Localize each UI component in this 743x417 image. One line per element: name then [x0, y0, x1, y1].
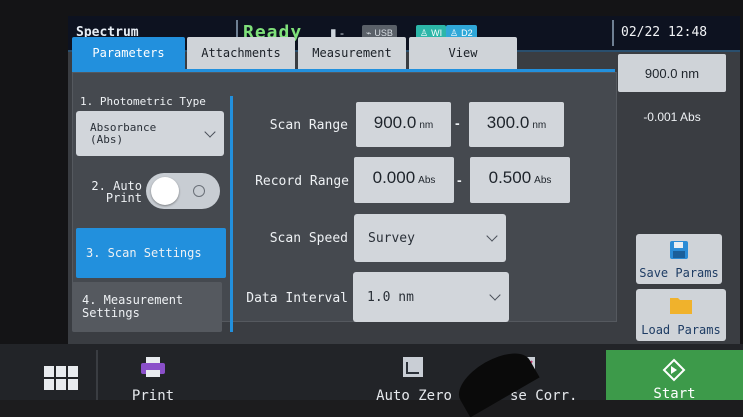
toggle-off-icon: [193, 185, 205, 197]
scan-speed-label: Scan Speed: [269, 231, 348, 246]
record-low-field[interactable]: 0.000 Abs: [354, 157, 454, 203]
wavelength-display: 900.0 nm: [618, 54, 726, 92]
load-params-button[interactable]: Load Params: [636, 289, 726, 341]
auto-zero-label: Auto Zero: [376, 388, 452, 404]
range-dash: -: [455, 115, 460, 131]
record-range-label: Record Range: [255, 174, 349, 189]
grid-menu-icon[interactable]: [44, 366, 78, 390]
scan-start-value: 900.0: [373, 113, 417, 132]
record-low-value: 0.000: [372, 168, 416, 187]
record-high-field[interactable]: 0.500 Abs: [470, 157, 570, 203]
auto-zero-button[interactable]: Auto Zero: [376, 350, 452, 406]
chevron-down-icon: [486, 230, 498, 242]
scan-start-field[interactable]: 900.0 nm: [356, 102, 451, 147]
load-params-label: Load Params: [641, 323, 721, 337]
photometric-type-label: 1. Photometric Type: [80, 95, 206, 108]
auto-zero-icon: [403, 357, 423, 377]
save-params-button[interactable]: Save Params: [636, 234, 722, 284]
scan-end-unit: nm: [532, 120, 547, 131]
print-button[interactable]: Print: [120, 350, 186, 406]
tab-parameters[interactable]: Parameters: [72, 37, 185, 69]
start-button[interactable]: Start: [606, 350, 743, 402]
photometric-type-dropdown[interactable]: Absorbance (Abs): [76, 111, 224, 156]
save-params-label: Save Params: [639, 266, 719, 280]
base-corr-label: se Corr.: [510, 388, 578, 404]
scan-speed-dropdown[interactable]: Survey: [354, 214, 506, 262]
chevron-down-icon: [489, 289, 501, 301]
printer-icon: [141, 357, 165, 377]
tab-view[interactable]: View: [409, 37, 517, 69]
bottom-divider: [96, 350, 98, 400]
folder-icon: [670, 298, 692, 314]
menu-divider: [230, 96, 233, 332]
tab-attachments[interactable]: Attachments: [187, 37, 295, 69]
datetime: 02/22 12:48: [621, 25, 708, 40]
print-label: Print: [131, 388, 175, 404]
floppy-disk-icon: [670, 241, 688, 259]
scan-start-unit: nm: [419, 120, 434, 131]
auto-print-label: 2. Auto Print: [91, 179, 142, 205]
start-diamond-icon: [662, 358, 686, 382]
scan-end-value: 300.0: [486, 113, 530, 132]
record-low-unit: Abs: [418, 175, 436, 186]
auto-print-toggle[interactable]: [146, 173, 220, 209]
scan-end-field[interactable]: 300.0 nm: [469, 102, 564, 147]
record-dash: -: [457, 172, 462, 188]
toggle-knob: [151, 177, 179, 205]
absorbance-readout: -0.001 Abs: [643, 110, 701, 124]
scan-settings-button[interactable]: 3. Scan Settings: [76, 228, 226, 278]
record-high-value: 0.500: [488, 168, 532, 187]
tab-measurement[interactable]: Measurement: [298, 37, 406, 69]
status-divider-2: [612, 20, 614, 46]
data-interval-label: Data Interval: [246, 291, 348, 306]
scan-speed-value: Survey: [368, 231, 415, 246]
measurement-settings-button[interactable]: 4. Measurement Settings: [72, 282, 222, 332]
data-interval-dropdown[interactable]: 1.0 nm: [353, 272, 509, 322]
scan-range-label: Scan Range: [269, 118, 348, 133]
chevron-down-icon: [204, 126, 216, 138]
record-high-unit: Abs: [534, 175, 552, 186]
data-interval-value: 1.0 nm: [367, 290, 414, 305]
photometric-type-value: Absorbance (Abs): [90, 121, 157, 146]
